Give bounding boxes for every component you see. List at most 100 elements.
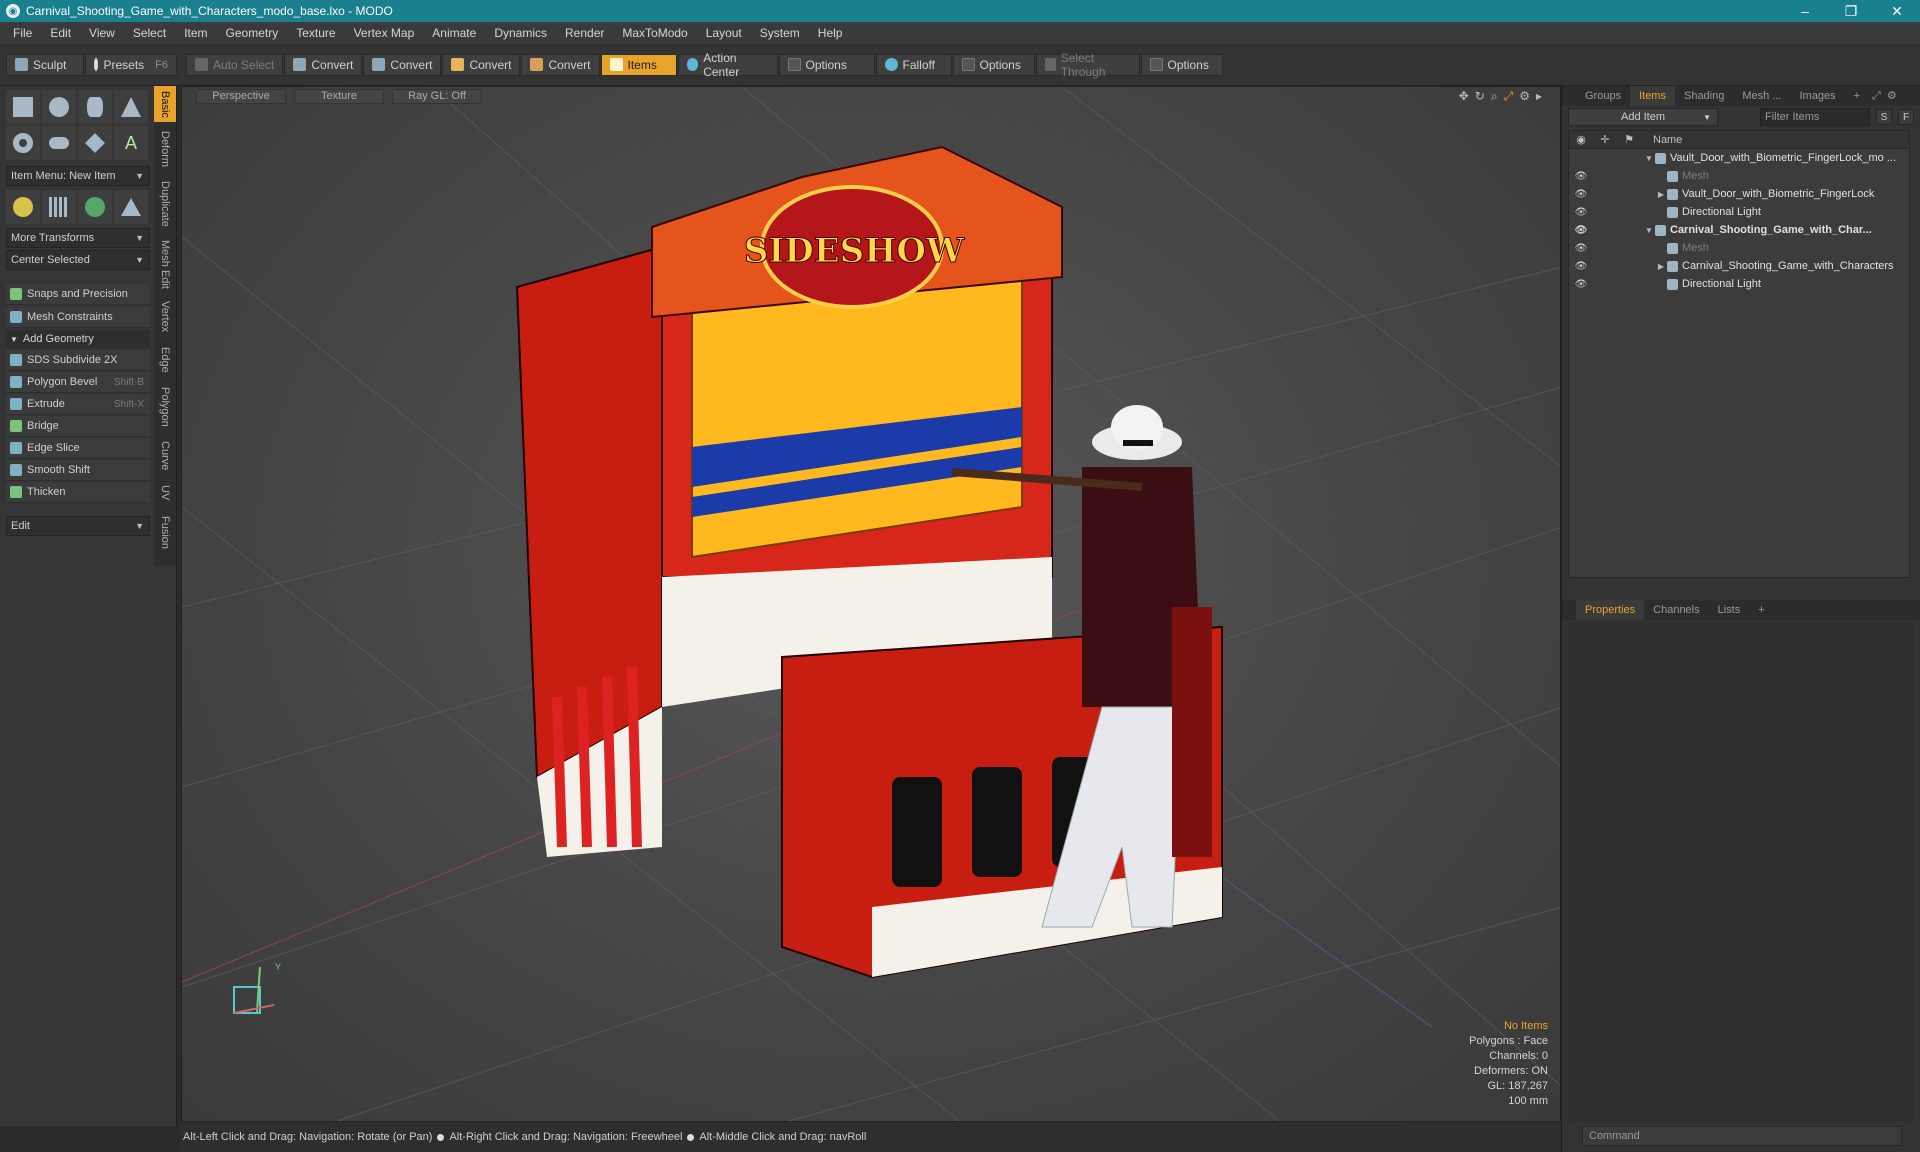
menu-file[interactable]: File — [4, 22, 41, 44]
perspective-dropdown[interactable]: Perspective — [196, 88, 286, 104]
capsule-tool[interactable] — [42, 126, 76, 160]
item-menu-dropdown[interactable]: Item Menu: New Item ▼ — [6, 166, 150, 186]
menu-geometry[interactable]: Geometry — [217, 22, 288, 44]
menu-item[interactable]: Item — [175, 22, 216, 44]
raygl-dropdown[interactable]: Ray GL: Off — [392, 88, 482, 104]
presets-button[interactable]: Presets F6 — [85, 53, 177, 76]
fit-icon[interactable]: ⤢ — [1504, 89, 1514, 104]
gear-icon[interactable]: ⚙ — [1884, 86, 1900, 106]
tab-basic[interactable]: Basic — [154, 86, 176, 122]
menu-layout[interactable]: Layout — [697, 22, 751, 44]
tab-fusion[interactable]: Fusion — [154, 510, 176, 556]
tab-groups[interactable]: Groups — [1576, 86, 1630, 106]
expand-triangle-icon[interactable]: ▼ — [1643, 226, 1655, 235]
expand-icon[interactable]: ⤢ — [1869, 86, 1884, 106]
add-tab-icon[interactable]: + — [1845, 86, 1869, 106]
name-column-header[interactable]: Name — [1653, 134, 1682, 146]
tab-mesh-edit[interactable]: Mesh Edit — [154, 236, 176, 292]
visibility-eye-icon[interactable]: 👁 — [1569, 171, 1593, 182]
edge-slice-button[interactable]: Edge Slice — [6, 438, 150, 459]
options-button-2[interactable]: Options — [952, 53, 1035, 76]
bridge-button[interactable]: Bridge — [6, 416, 150, 437]
visibility-eye-icon[interactable]: 👁 — [1569, 189, 1593, 200]
smooth-shift-button[interactable]: Smooth Shift — [6, 460, 150, 481]
add-geometry-header[interactable]: ▼ Add Geometry — [6, 330, 150, 348]
extrude-button[interactable]: Extrude Shift-X — [6, 394, 150, 415]
element-tool[interactable] — [114, 190, 148, 224]
snaps-precision-button[interactable]: Snaps and Precision — [6, 284, 150, 305]
command-input[interactable]: Command — [1582, 1126, 1902, 1146]
visibility-eye-icon[interactable]: 👁 — [1569, 261, 1593, 272]
action-center-button[interactable]: Action Center — [677, 51, 778, 79]
3d-viewport[interactable]: SIDESHOW Y Perspective Texture Ray GL: O… — [181, 86, 1561, 1122]
expand-triangle-icon[interactable]: ▶ — [1655, 262, 1667, 271]
pen-tool[interactable] — [78, 126, 112, 160]
tab-channels[interactable]: Channels — [1644, 600, 1708, 620]
polygon-bevel-button[interactable]: Polygon Bevel Shift-B — [6, 372, 150, 393]
falloff-button[interactable]: Falloff — [875, 53, 952, 76]
expand-triangle-icon[interactable]: ▶ — [1655, 190, 1667, 199]
convert-vertices-button[interactable]: Convert — [284, 53, 363, 76]
item-row[interactable]: 👁 Mesh — [1569, 167, 1909, 185]
menu-edit[interactable]: Edit — [41, 22, 80, 44]
select-through-button[interactable]: Select Through — [1035, 51, 1140, 79]
item-row[interactable]: 👁 ▼ Carnival_Shooting_Game_with_Char... — [1569, 221, 1909, 239]
auto-select-button[interactable]: Auto Select — [186, 53, 284, 76]
item-row[interactable]: 👁 ▶ Carnival_Shooting_Game_with_Characters — [1569, 257, 1909, 275]
tab-deform[interactable]: Deform — [154, 126, 176, 172]
tab-uv[interactable]: UV — [154, 480, 176, 506]
center-selected-dropdown[interactable]: Center Selected ▼ — [6, 250, 150, 270]
minimize-button[interactable]: – — [1782, 0, 1828, 22]
item-row[interactable]: 👁 Directional Light — [1569, 275, 1909, 293]
mesh-constraints-button[interactable]: Mesh Constraints — [6, 307, 150, 328]
tab-properties[interactable]: Properties — [1576, 600, 1645, 620]
tab-items[interactable]: Items — [1630, 86, 1675, 106]
filter-f-button[interactable]: F — [1898, 109, 1914, 125]
filter-s-button[interactable]: S — [1876, 109, 1892, 125]
tab-mesh[interactable]: Mesh ... — [1733, 86, 1790, 106]
pan-icon[interactable]: ✥ — [1459, 89, 1469, 104]
cube-tool[interactable] — [6, 90, 40, 124]
maximize-button[interactable]: ❐ — [1828, 0, 1874, 22]
text-tool[interactable]: A — [114, 126, 148, 160]
convert-edges-button[interactable]: Convert — [363, 53, 442, 76]
grid-tool[interactable] — [42, 190, 76, 224]
item-row[interactable]: 👁 Mesh — [1569, 239, 1909, 257]
tab-vertex[interactable]: Vertex — [154, 296, 176, 338]
tab-curve[interactable]: Curve — [154, 436, 176, 476]
item-row[interactable]: ▼ Vault_Door_with_Biometric_FingerLock_mo… — [1569, 149, 1909, 167]
cylinder-tool[interactable] — [78, 90, 112, 124]
visibility-eye-icon[interactable]: 👁 — [1569, 279, 1593, 290]
menu-vertex-map[interactable]: Vertex Map — [345, 22, 424, 44]
menu-system[interactable]: System — [751, 22, 809, 44]
tab-edge[interactable]: Edge — [154, 342, 176, 378]
item-row[interactable]: 👁 Directional Light — [1569, 203, 1909, 221]
tab-duplicate[interactable]: Duplicate — [154, 176, 176, 232]
move-tool[interactable] — [6, 190, 40, 224]
texture-dropdown[interactable]: Texture — [294, 88, 384, 104]
items-button[interactable]: Items — [600, 53, 677, 76]
item-list[interactable]: ◉ ✛ ⚑ Name ▼ Vault_Door_with_Biometric_Fi… — [1568, 130, 1910, 578]
filter-items-input[interactable]: Filter Items — [1760, 108, 1870, 126]
sds-subdivide-button[interactable]: SDS Subdivide 2X — [6, 350, 150, 371]
tab-polygon[interactable]: Polygon — [154, 382, 176, 432]
edit-dropdown[interactable]: Edit ▼ — [6, 516, 150, 536]
expand-triangle-icon[interactable]: ▼ — [1643, 154, 1655, 163]
options-button-3[interactable]: Options — [1140, 53, 1223, 76]
add-tab-icon[interactable]: + — [1749, 600, 1773, 620]
close-button[interactable]: ✕ — [1874, 0, 1920, 22]
menu-texture[interactable]: Texture — [287, 22, 344, 44]
menu-view[interactable]: View — [80, 22, 124, 44]
convert-materials-button[interactable]: Convert — [521, 53, 600, 76]
tab-images[interactable]: Images — [1790, 86, 1844, 106]
menu-help[interactable]: Help — [809, 22, 852, 44]
more-transforms-dropdown[interactable]: More Transforms ▼ — [6, 228, 150, 248]
sculpt-button[interactable]: Sculpt — [6, 53, 84, 76]
render-icon[interactable]: ⚑ — [1617, 133, 1641, 146]
thicken-button[interactable]: Thicken — [6, 482, 150, 503]
world-tool[interactable] — [78, 190, 112, 224]
rotate-icon[interactable]: ↻ — [1475, 89, 1485, 104]
sphere-tool[interactable] — [42, 90, 76, 124]
menu-dynamics[interactable]: Dynamics — [485, 22, 556, 44]
visibility-eye-icon[interactable]: 👁 — [1569, 225, 1593, 236]
